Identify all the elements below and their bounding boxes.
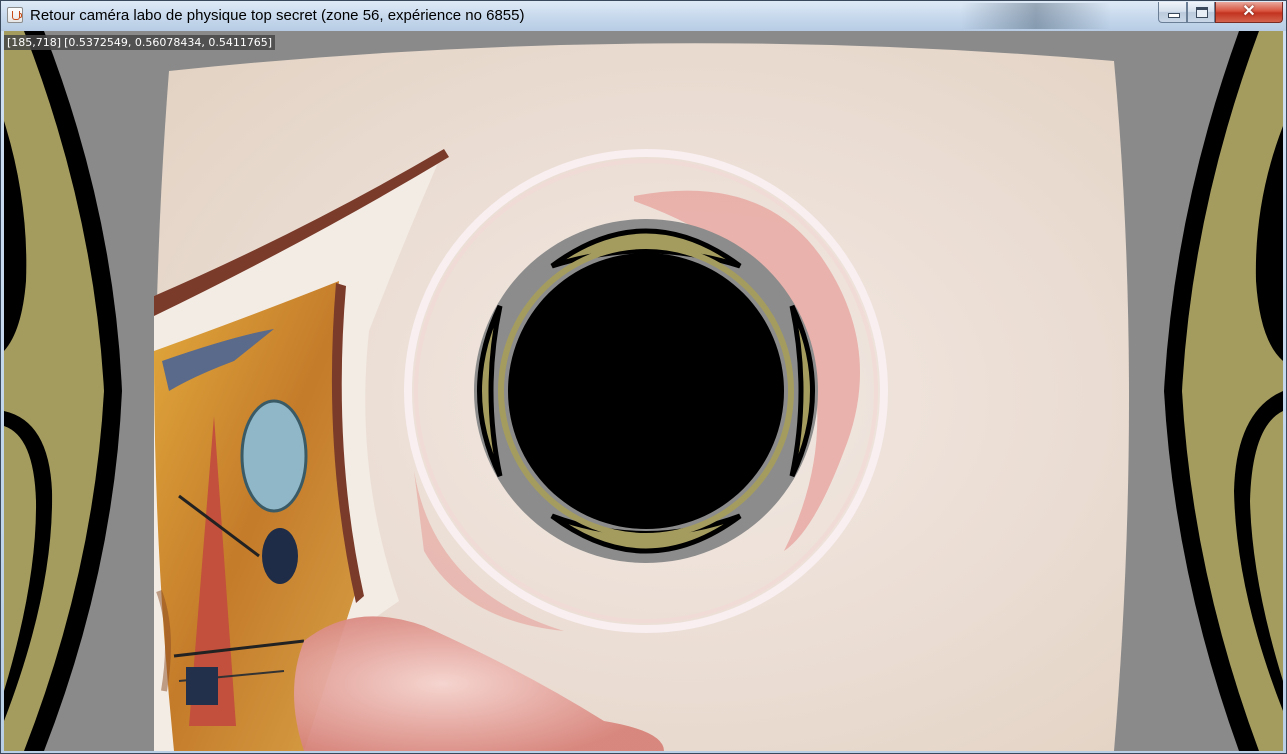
distorted-camera-image bbox=[4, 31, 1283, 751]
maximize-button[interactable] bbox=[1187, 2, 1215, 23]
close-icon: ✕ bbox=[1242, 3, 1256, 20]
title-bar-glare bbox=[961, 3, 1111, 29]
java-cup-icon[interactable] bbox=[7, 7, 23, 23]
pixel-coordinate: [185,718] bbox=[7, 36, 62, 49]
minimize-icon bbox=[1168, 13, 1180, 18]
pixel-readout: [185,718] [0.5372549, 0.56078434, 0.54117… bbox=[4, 35, 276, 50]
minimize-button[interactable] bbox=[1158, 2, 1187, 23]
camera-viewport[interactable] bbox=[4, 31, 1283, 751]
title-bar[interactable]: Retour caméra labo de physique top secre… bbox=[1, 1, 1286, 31]
black-hole-core bbox=[508, 253, 784, 529]
close-button[interactable]: ✕ bbox=[1215, 2, 1283, 23]
app-window: Retour caméra labo de physique top secre… bbox=[0, 0, 1287, 754]
window-title: Retour caméra labo de physique top secre… bbox=[30, 7, 525, 24]
pixel-color-value: [0.5372549, 0.56078434, 0.5411765] bbox=[64, 36, 273, 49]
maximize-icon bbox=[1196, 7, 1208, 18]
